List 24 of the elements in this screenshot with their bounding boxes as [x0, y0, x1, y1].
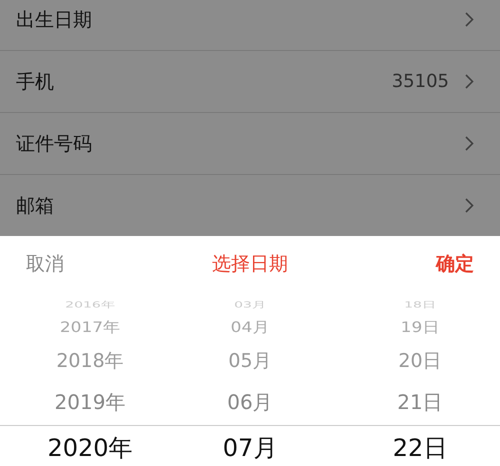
chevron-right-icon[interactable]	[465, 12, 474, 27]
field-label: 出生日期	[16, 8, 93, 32]
field-label: 手机	[16, 70, 55, 94]
wheel-option[interactable]: 2018年	[56, 348, 124, 374]
chevron-right-icon[interactable]	[465, 136, 474, 151]
field-value: 35105	[392, 71, 449, 92]
wheel-option[interactable]: 19日	[400, 317, 440, 337]
cancel-button[interactable]: 取消	[26, 251, 64, 277]
wheel-option[interactable]: 21日	[397, 389, 443, 416]
confirm-button[interactable]: 确定	[436, 251, 474, 277]
wheel-option[interactable]: 04月	[230, 317, 270, 337]
field-label: 证件号码	[16, 132, 93, 156]
picker-title: 选择日期	[212, 252, 288, 277]
wheel-option[interactable]: 22日	[392, 432, 448, 464]
wheel-option[interactable]: 07月	[222, 432, 278, 464]
wheel-option[interactable]: 06月	[227, 389, 273, 416]
wheel-option[interactable]: 05月	[228, 348, 272, 374]
wheel-option[interactable]: 2019年	[54, 389, 126, 416]
field-label: 邮箱	[16, 194, 55, 218]
chevron-right-icon[interactable]	[465, 198, 474, 213]
chevron-right-icon[interactable]	[465, 74, 474, 89]
wheel-option[interactable]: 2020年	[47, 432, 133, 464]
wheel-option[interactable]: 2017年	[60, 317, 120, 337]
wheel-option[interactable]: 20日	[398, 348, 442, 374]
